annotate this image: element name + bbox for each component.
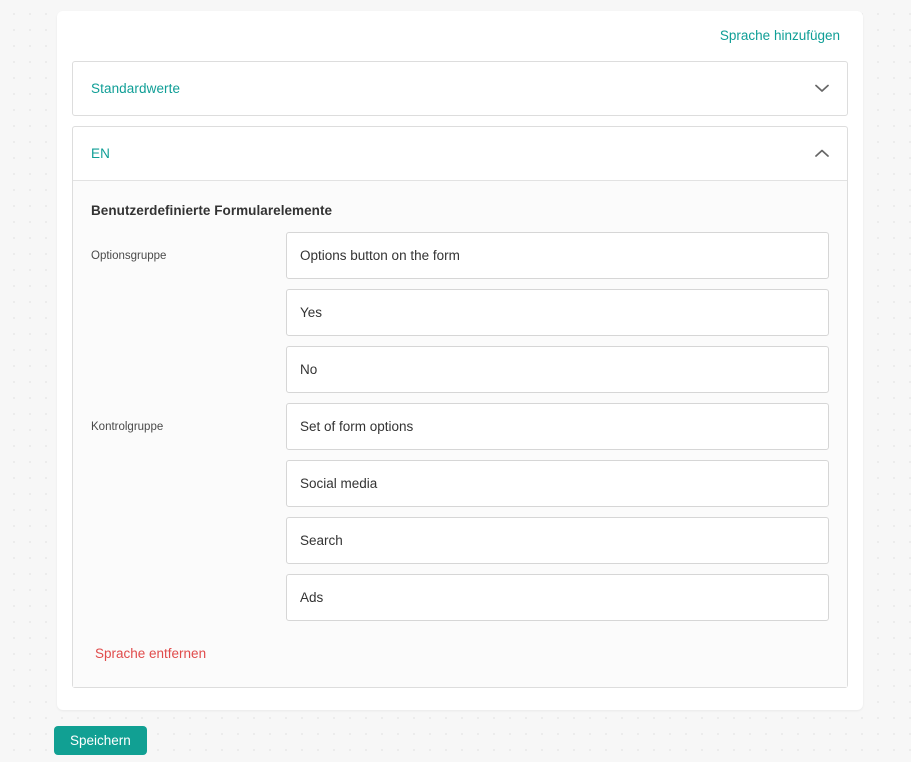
input-kontrolgruppe-option-1[interactable]	[286, 460, 829, 507]
accordion-header-en[interactable]: EN	[73, 127, 847, 180]
input-optionsgruppe-option-2[interactable]	[286, 346, 829, 393]
accordion-title-standardwerte: Standardwerte	[91, 81, 181, 96]
field-label-kontrolgruppe: Kontrolgruppe	[91, 421, 164, 433]
field-inputs-optionsgruppe	[286, 232, 829, 393]
input-optionsgruppe-option-1[interactable]	[286, 289, 829, 336]
section-title-custom-form-elements: Benutzerdefinierte Formularelemente	[91, 203, 333, 218]
accordion-title-en: EN	[91, 146, 110, 161]
add-language-link[interactable]: Sprache hinzufügen	[720, 27, 840, 45]
footer-actions: Speichern	[54, 726, 147, 755]
remove-language-link[interactable]: Sprache entfernen	[95, 646, 206, 661]
accordion-panel-standardwerte: Standardwerte	[72, 61, 848, 116]
input-kontrolgruppe-title[interactable]	[286, 403, 829, 450]
accordion-panel-en: EN Benutzerdefinierte Formularelemente O…	[72, 126, 848, 688]
accordion-header-standardwerte[interactable]: Standardwerte	[73, 62, 847, 115]
remove-language-row: Sprache entfernen	[91, 631, 829, 679]
field-label-optionsgruppe: Optionsgruppe	[91, 250, 167, 262]
input-kontrolgruppe-option-3[interactable]	[286, 574, 829, 621]
field-inputs-kontrolgruppe	[286, 403, 829, 621]
save-button[interactable]: Speichern	[54, 726, 147, 755]
input-kontrolgruppe-option-2[interactable]	[286, 517, 829, 564]
input-optionsgruppe-title[interactable]	[286, 232, 829, 279]
card-toolbar: Sprache hinzufügen	[72, 11, 848, 61]
chevron-down-icon[interactable]	[815, 84, 829, 93]
chevron-up-icon[interactable]	[815, 149, 829, 158]
field-group-kontrolgruppe: Kontrolgruppe	[91, 403, 829, 621]
page-root: Sprache hinzufügen Standardwerte EN Benu…	[0, 0, 911, 762]
field-group-optionsgruppe: Optionsgruppe	[91, 232, 829, 393]
settings-card: Sprache hinzufügen Standardwerte EN Benu…	[57, 11, 863, 710]
accordion-body-en: Benutzerdefinierte Formularelemente Opti…	[73, 180, 847, 687]
